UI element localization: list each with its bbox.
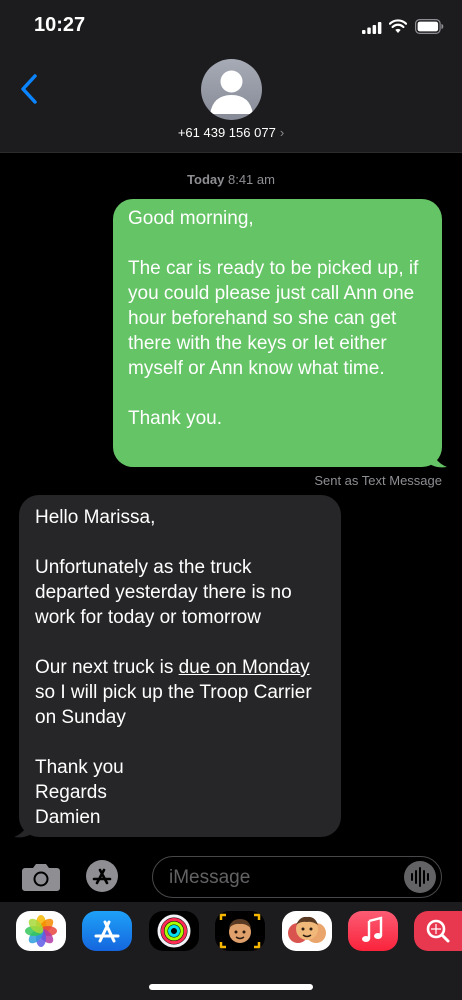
timestamp-time: 8:41 am bbox=[227, 172, 275, 187]
message-input[interactable]: iMessage bbox=[152, 856, 442, 898]
app-store-icon bbox=[92, 868, 112, 885]
image-search-app-button[interactable] bbox=[414, 911, 462, 951]
contact-number[interactable]: +61 439 156 077 bbox=[178, 125, 276, 140]
status-time: 10:27 bbox=[34, 14, 86, 36]
person-silhouette-icon bbox=[210, 70, 253, 114]
activity-app-button[interactable] bbox=[149, 911, 199, 951]
message-timestamp: Today 8:41 am bbox=[0, 172, 462, 187]
received-message-text: Hello Marissa, Unfortunately as the truc… bbox=[35, 507, 292, 678]
photos-icon bbox=[25, 915, 57, 947]
chevron-right-icon: › bbox=[279, 125, 285, 140]
conversation-header: +61 439 156 077 › bbox=[0, 50, 462, 153]
app-store-icon bbox=[94, 920, 120, 943]
apps-button[interactable] bbox=[86, 860, 118, 892]
memoji-icon bbox=[219, 913, 261, 949]
photos-app-button[interactable] bbox=[16, 911, 66, 951]
music-app-button[interactable] bbox=[348, 911, 398, 951]
animoji-app-button[interactable] bbox=[282, 911, 332, 951]
contact-name[interactable]: +61 439 156 077 › bbox=[0, 125, 462, 140]
app-store-app-button[interactable] bbox=[82, 911, 132, 951]
memoji-app-button[interactable] bbox=[215, 911, 265, 951]
status-bar: 10:27 bbox=[0, 0, 462, 50]
input-bar: iMessage bbox=[0, 845, 462, 902]
music-note-icon bbox=[362, 916, 383, 942]
cellular-signal-icon bbox=[362, 22, 382, 34]
message-placeholder: iMessage bbox=[169, 867, 251, 888]
back-button[interactable] bbox=[18, 73, 40, 105]
timestamp-day: Today bbox=[187, 172, 225, 187]
animoji-icon bbox=[288, 916, 326, 943]
sent-message-bubble[interactable]: Good morning, The car is ready to be pic… bbox=[113, 199, 442, 467]
contact-avatar[interactable] bbox=[201, 59, 262, 120]
battery-icon bbox=[415, 19, 444, 34]
activity-icon bbox=[157, 914, 191, 948]
camera-icon[interactable] bbox=[21, 862, 61, 892]
audio-message-button[interactable] bbox=[404, 861, 436, 893]
home-indicator[interactable] bbox=[149, 984, 313, 990]
received-message-text-end: so I will pick up the Troop Carrier on S… bbox=[35, 682, 312, 828]
wifi-icon bbox=[389, 19, 407, 33]
waveform-icon bbox=[411, 867, 429, 887]
sent-as-text-note: Sent as Text Message bbox=[314, 473, 442, 488]
date-link[interactable]: due on Monday bbox=[179, 657, 310, 678]
search-images-icon bbox=[426, 919, 450, 943]
received-message-bubble[interactable]: Hello Marissa, Unfortunately as the truc… bbox=[19, 495, 341, 837]
